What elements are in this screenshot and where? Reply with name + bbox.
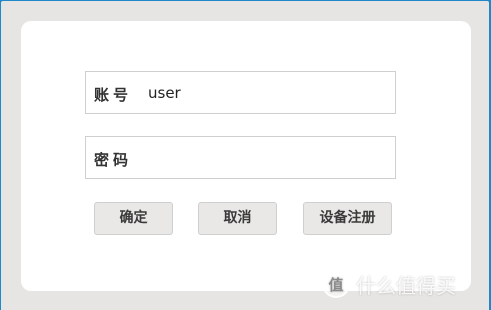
account-field[interactable]: 账号 user — [85, 71, 396, 114]
cancel-button[interactable]: 取消 — [198, 202, 277, 235]
watermark-logo-icon: 值 — [322, 270, 350, 298]
login-card: 账号 user 密码 确定 取消 设备注册 — [21, 21, 471, 291]
account-label: 账号 — [94, 86, 133, 104]
watermark: 值 什么值得买 — [322, 266, 456, 302]
password-field[interactable]: 密码 — [85, 136, 396, 179]
confirm-button[interactable]: 确定 — [94, 202, 173, 235]
watermark-text: 什么值得买 — [356, 273, 456, 298]
account-input-value[interactable]: user — [148, 84, 181, 102]
device-register-button[interactable]: 设备注册 — [303, 202, 392, 235]
window-frame: 账号 user 密码 确定 取消 设备注册 — [1, 1, 489, 310]
password-label: 密码 — [94, 151, 133, 169]
